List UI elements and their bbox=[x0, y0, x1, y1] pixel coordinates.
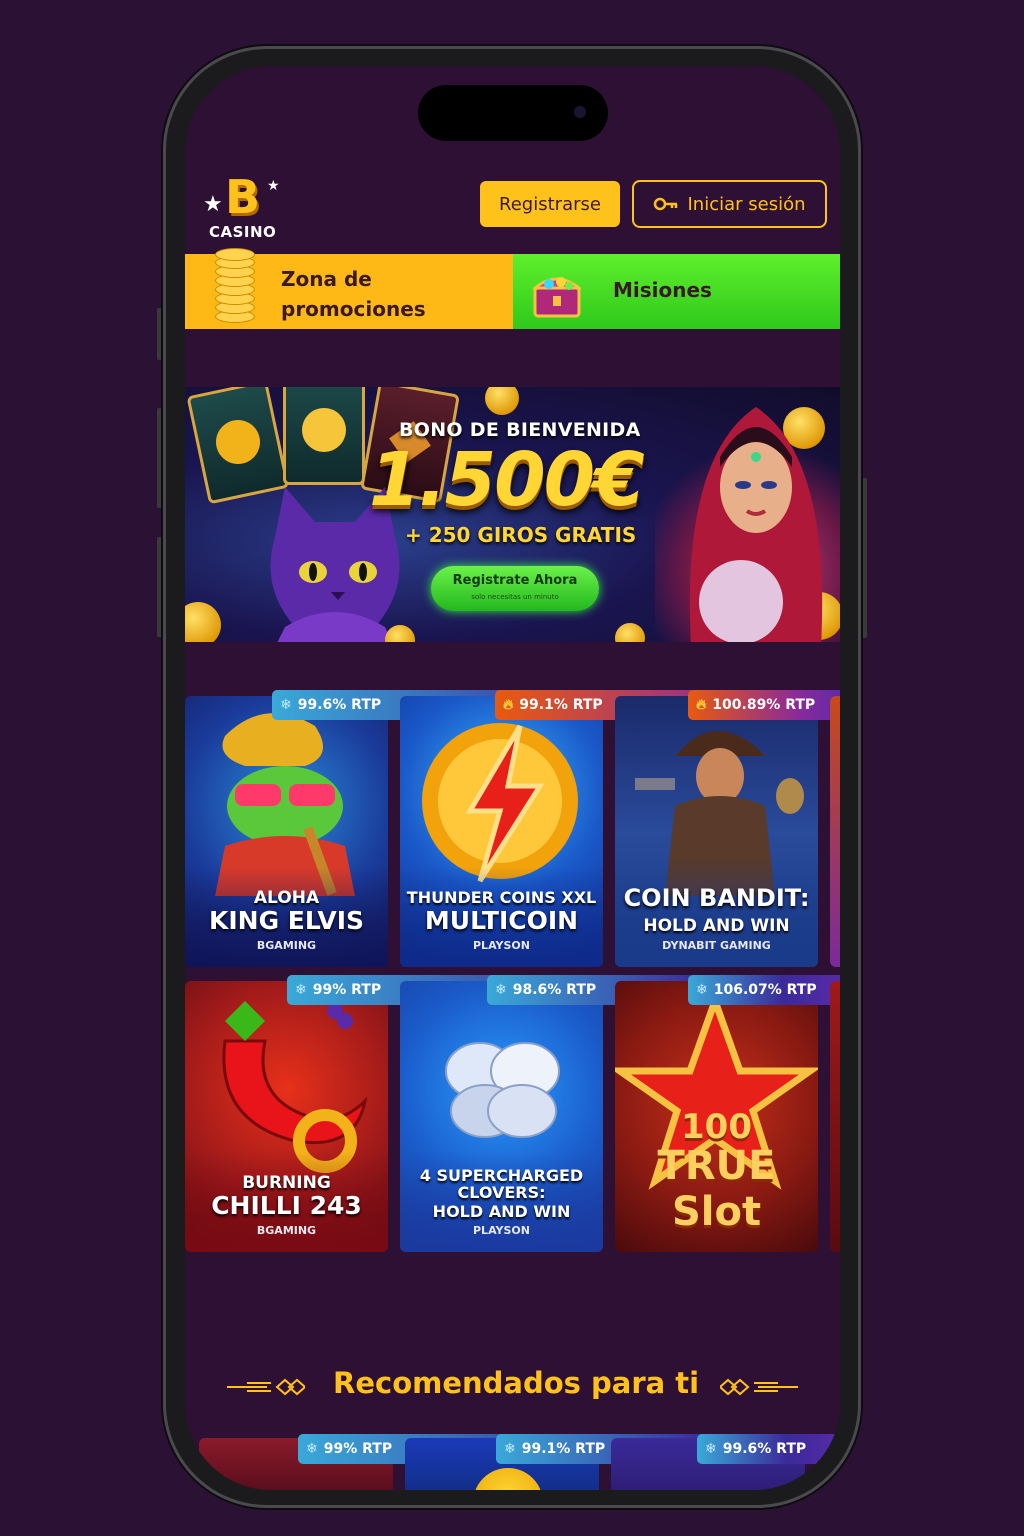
phone-power-button bbox=[862, 478, 867, 638]
fire-icon: 🔥︎ bbox=[503, 697, 514, 713]
game-title-line2: HOLD AND WIN bbox=[643, 916, 790, 936]
rtp-value: 99.1% RTP bbox=[519, 697, 603, 713]
promotions-zone-button[interactable]: Zona de promociones bbox=[185, 248, 513, 329]
game-tile[interactable]: 4 SUPERCHARGED CLOVERS: HOLD AND WIN PLA… bbox=[400, 981, 603, 1252]
game-title-line1: COIN BANDIT: bbox=[623, 884, 810, 912]
phone-action-button bbox=[157, 308, 162, 360]
game-provider: DYNABIT GAMING bbox=[662, 939, 771, 952]
game-tile-partial[interactable] bbox=[830, 981, 840, 1252]
snowflake-icon: ❄ bbox=[696, 982, 708, 998]
fire-icon: 🔥︎ bbox=[696, 697, 707, 713]
game-title-line1: 4 SUPERCHARGED CLOVERS: bbox=[419, 1166, 584, 1202]
rtp-value: 99.6% RTP bbox=[297, 697, 382, 713]
game-provider: PLAYSON bbox=[473, 1224, 530, 1237]
ornament-right-icon bbox=[720, 1378, 798, 1396]
game-tile[interactable]: ALOHA KING ELVIS BGAMING bbox=[185, 696, 388, 967]
coin-icon bbox=[615, 623, 645, 642]
welcome-bonus-banner[interactable]: BONO DE BIENVENIDA 1.500€ + 250 GIROS GR… bbox=[185, 387, 840, 642]
coin-icon bbox=[185, 602, 221, 642]
coin-stack-icon bbox=[215, 248, 255, 328]
login-button[interactable]: Iniciar sesión bbox=[632, 180, 827, 228]
logo-text: CASINO bbox=[209, 223, 277, 241]
game-tile[interactable]: THUNDER COINS XXL MULTICOIN PLAYSON bbox=[400, 696, 603, 967]
snowflake-icon: ❄ bbox=[705, 1441, 717, 1457]
phone-volume-up-button bbox=[157, 408, 162, 508]
game-title-line1: ALOHA bbox=[253, 888, 320, 908]
ornament-left-icon bbox=[227, 1378, 305, 1396]
key-icon bbox=[653, 197, 679, 211]
game-title-line1: 100 bbox=[681, 1107, 752, 1147]
missions-button[interactable]: Misiones bbox=[513, 254, 840, 329]
game-title-line1: BURNING bbox=[242, 1173, 331, 1193]
snowflake-icon: ❄ bbox=[295, 982, 307, 998]
game-provider: PLAYSON bbox=[473, 939, 530, 952]
snowflake-icon: ❄ bbox=[504, 1441, 516, 1457]
rtp-value: 99% RTP bbox=[312, 982, 382, 998]
game-title-line1: THUNDER COINS XXL bbox=[406, 888, 597, 907]
dynamic-island bbox=[418, 85, 608, 141]
game-tile[interactable]: BURNING CHILLI 243 BGAMING bbox=[185, 981, 388, 1252]
star-icon: ★ bbox=[267, 178, 280, 194]
rtp-badge: 🔥︎ 100.89% RTP bbox=[688, 690, 840, 720]
game-title-line2: MULTICOIN bbox=[424, 906, 579, 935]
rtp-value: 99.1% RTP bbox=[521, 1441, 606, 1457]
snowflake-icon: ❄ bbox=[306, 1441, 318, 1457]
treasure-chest-icon bbox=[533, 277, 581, 318]
game-title-line2: CHILLI 243 bbox=[211, 1191, 362, 1220]
logo-letter: B bbox=[225, 170, 261, 224]
register-button[interactable]: Registrarse bbox=[480, 181, 620, 227]
game-title-line2: HOLD AND WIN bbox=[432, 1202, 571, 1221]
game-title-line2: KING ELVIS bbox=[208, 906, 365, 935]
rtp-badge: ❄ 106.07% RTP bbox=[688, 975, 840, 1005]
game-tile[interactable]: 100 TRUE Slot bbox=[615, 981, 818, 1252]
snowflake-icon: ❄ bbox=[280, 697, 292, 713]
casino-logo[interactable]: ★ B ★ CASINO bbox=[199, 170, 291, 246]
register-now-sublabel: solo necesitas un minuto bbox=[471, 593, 559, 601]
rtp-badge: ❄ 99.6% RTP bbox=[697, 1434, 840, 1464]
game-title-line2: TRUE Slot bbox=[657, 1143, 776, 1235]
phone-screen: ★ B ★ CASINO Registrarse Iniciar sesión … bbox=[185, 66, 840, 1490]
register-now-label: Registrate Ahora bbox=[452, 573, 578, 588]
rtp-value: 106.07% RTP bbox=[713, 982, 817, 998]
rtp-value: 98.6% RTP bbox=[512, 982, 597, 998]
phone-volume-down-button bbox=[157, 537, 162, 637]
bonus-free-spins: + 250 GIROS GRATIS bbox=[405, 523, 637, 547]
rtp-value: 100.89% RTP bbox=[712, 697, 816, 713]
recommended-title: Recomendados para ti bbox=[333, 1366, 700, 1400]
promotions-label: Zona de promociones bbox=[281, 267, 426, 321]
snowflake-icon: ❄ bbox=[495, 982, 507, 998]
fortune-teller-illustration bbox=[689, 407, 823, 642]
rtp-value: 99% RTP bbox=[323, 1441, 393, 1457]
tarot-card-moon bbox=[283, 387, 365, 485]
register-now-button[interactable]: Registrate Ahora solo necesitas un minut… bbox=[431, 566, 599, 611]
rtp-value: 99.6% RTP bbox=[722, 1441, 807, 1457]
star-icon: ★ bbox=[203, 192, 223, 217]
game-provider: BGAMING bbox=[256, 1224, 317, 1237]
bonus-amount: 1.500€ bbox=[369, 437, 645, 523]
coin-icon bbox=[485, 387, 519, 415]
game-tile[interactable]: COIN BANDIT: HOLD AND WIN DYNABIT GAMING bbox=[615, 696, 818, 967]
login-label: Iniciar sesión bbox=[687, 193, 806, 215]
game-tile-partial[interactable] bbox=[830, 696, 840, 967]
game-provider: BGAMING bbox=[256, 939, 317, 952]
missions-label: Misiones bbox=[613, 278, 712, 302]
